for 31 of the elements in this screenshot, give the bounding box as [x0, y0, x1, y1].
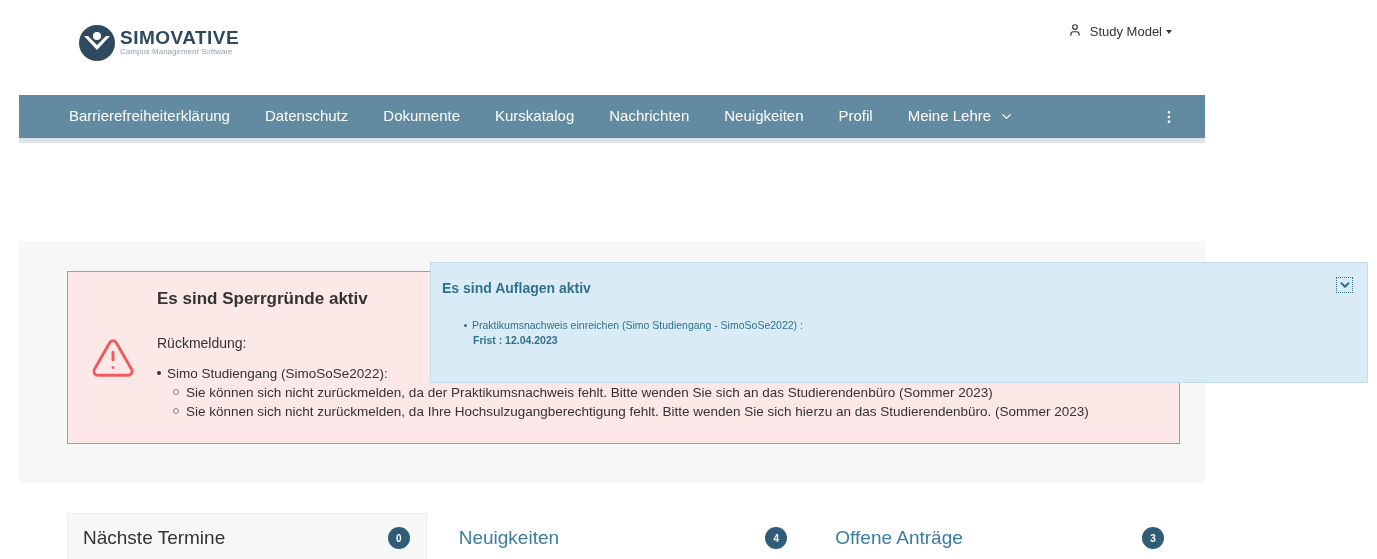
count-badge: 3	[1142, 527, 1164, 549]
nav-dropdown[interactable]: Meine Lehre	[907, 105, 1015, 128]
alert-subitem: Sie können sich nicht zurückmelden, da Ihre Hochsulzugangberechtigung fehlt. Bitte wenden Sie sich hierzu an das Studierendenbüro. (Sommer 2023)	[186, 402, 1089, 421]
nav-link[interactable]: Nachrichten	[609, 105, 690, 128]
logo-icon	[78, 24, 116, 62]
nav-link[interactable]: Dokumente	[383, 105, 460, 128]
tab-label: Neuigkeiten	[458, 525, 560, 550]
dashboard-tab[interactable]: Offene Anträge 3	[820, 513, 1180, 559]
nav-link[interactable]: Datenschutz	[264, 105, 349, 128]
user-menu[interactable]: Study Model	[1067, 22, 1172, 42]
tab-label: Offene Anträge	[835, 525, 963, 550]
alert-title: Es sind Sperrgründe aktiv	[157, 288, 368, 310]
nav-link[interactable]: Neuigkeiten	[724, 105, 804, 128]
deadline: Frist : 12.04.2023	[473, 334, 558, 346]
nav-link[interactable]: Barrierefreiheiterklärung	[69, 105, 230, 128]
logo-tagline: Campus Management Software	[120, 47, 234, 57]
dashboard-tab[interactable]: Neuigkeiten 4	[443, 513, 804, 559]
requirement-item: Praktikumsnachweis einreichen (Simo Studiengang - SimoSoSe2022) :	[464, 318, 1367, 333]
count-badge: 0	[387, 527, 410, 549]
tab-label: Nächste Termine	[83, 525, 226, 550]
panel-title: Es sind Auflagen aktiv	[442, 279, 591, 298]
alert-subtitle: Rückmeldung:	[157, 333, 247, 353]
nav-link[interactable]: Profil	[838, 105, 873, 128]
count-badge: 4	[765, 527, 788, 549]
nav-link[interactable]: Kurskatalog	[495, 105, 575, 128]
caret-icon	[1166, 29, 1172, 34]
toggle-button[interactable]	[1336, 277, 1353, 293]
alert-subitem: Sie können sich nicht zurückmelden, da der Praktikumsnachweis fehlt. Bitte wenden Sie sich an das Studierendenbüro (Sommer 2023)	[186, 383, 993, 402]
logo-name: SIMOVATIVE	[120, 28, 240, 47]
user-icon	[1067, 23, 1082, 37]
dashboard-tab[interactable]: Nächste Termine 0	[67, 513, 427, 559]
